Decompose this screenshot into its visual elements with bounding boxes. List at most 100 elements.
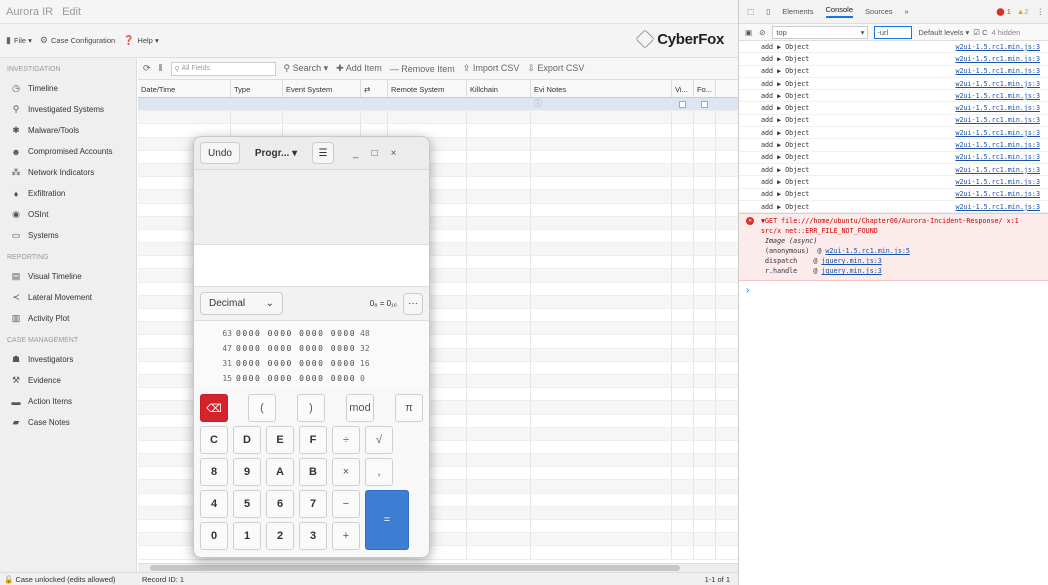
table-cell[interactable] [467, 295, 531, 308]
table-cell[interactable] [672, 190, 694, 203]
console-log-entry[interactable]: add ▶ Object w2ui-1.5.rc1.min.js:3 [739, 90, 1048, 103]
table-cell[interactable] [694, 361, 716, 374]
sidebar-item-network-indicators[interactable]: ⁂ Network Indicators [0, 162, 136, 183]
table-cell[interactable] [672, 467, 694, 480]
table-cell[interactable] [672, 137, 694, 150]
comma-button[interactable]: , [365, 458, 393, 486]
table-cell[interactable] [694, 454, 716, 467]
table-cell[interactable] [694, 243, 716, 256]
kebab-icon[interactable]: ⋮ [1037, 7, 1045, 16]
table-cell[interactable] [531, 506, 672, 519]
console-log-entry[interactable]: add ▶ Object w2ui-1.5.rc1.min.js:3 [739, 176, 1048, 189]
log-source-link[interactable]: w2ui-1.5.rc1.min.js:3 [955, 141, 1040, 149]
table-cell[interactable] [388, 98, 467, 111]
device-icon[interactable]: ▯ [766, 7, 770, 16]
log-source-link[interactable]: w2ui-1.5.rc1.min.js:3 [955, 116, 1040, 124]
table-cell[interactable] [694, 520, 716, 533]
hex-a-button[interactable]: A [266, 458, 294, 486]
remove-item-button[interactable]: — Remove Item [390, 64, 455, 74]
stack-link[interactable]: w2ui-1.5.rc1.min.js:5 [825, 247, 910, 255]
console-log-entry[interactable]: add ▶ Object w2ui-1.5.rc1.min.js:3 [739, 189, 1048, 201]
hex-d-button[interactable]: D [233, 426, 261, 454]
table-cell[interactable] [694, 177, 716, 190]
table-cell[interactable] [467, 533, 531, 546]
table-cell[interactable] [531, 520, 672, 533]
sidebar-item-timeline[interactable]: ◷ Timeline [0, 78, 136, 99]
columns-icon[interactable]: ⦀ [159, 63, 163, 74]
table-cell[interactable] [467, 137, 531, 150]
table-cell[interactable] [672, 309, 694, 322]
log-source-link[interactable]: w2ui-1.5.rc1.min.js:3 [955, 55, 1040, 63]
hex-f-button[interactable]: F [299, 426, 327, 454]
console-log-entry[interactable]: add ▶ Object w2ui-1.5.rc1.min.js:3 [739, 127, 1048, 140]
table-cell[interactable] [361, 98, 388, 111]
table-cell[interactable] [672, 282, 694, 295]
table-cell[interactable] [467, 361, 531, 374]
table-cell[interactable] [694, 546, 716, 559]
table-cell[interactable] [231, 124, 283, 137]
column-direction[interactable]: ⇄ [361, 80, 388, 97]
mode-menu-button[interactable]: Progr... ▾ [246, 142, 306, 164]
search-input[interactable]: ⚲ All Fields [170, 61, 276, 76]
table-cell[interactable] [388, 111, 467, 124]
table-cell[interactable] [467, 203, 531, 216]
tab-console[interactable]: Console [825, 5, 854, 18]
table-cell[interactable] [531, 282, 672, 295]
table-cell[interactable] [531, 467, 672, 480]
table-cell[interactable] [531, 269, 672, 282]
table-cell[interactable] [672, 493, 694, 506]
import-csv-button[interactable]: ⇪ Import CSV [463, 63, 520, 74]
table-cell[interactable] [694, 427, 716, 440]
log-source-link[interactable]: w2ui-1.5.rc1.min.js:3 [955, 104, 1040, 112]
table-cell[interactable] [531, 150, 672, 163]
hamburger-menu-button[interactable]: ☰ [312, 142, 334, 164]
multiply-button[interactable]: × [332, 458, 360, 486]
export-csv-button[interactable]: ⇩ Export CSV [527, 63, 584, 74]
table-cell[interactable] [694, 111, 716, 124]
table-cell[interactable] [672, 401, 694, 414]
hex-b-button[interactable]: B [299, 458, 327, 486]
backspace-button[interactable]: ⌫ [200, 394, 228, 422]
console-log-entry[interactable]: add ▶ Object w2ui-1.5.rc1.min.js:3 [739, 41, 1048, 54]
table-cell[interactable] [694, 98, 716, 111]
sidebar-item-activity-plot[interactable]: ▥ Activity Plot [0, 308, 136, 329]
table-cell[interactable] [361, 124, 388, 137]
table-cell[interactable] [672, 203, 694, 216]
table-cell[interactable] [694, 269, 716, 282]
table-cell[interactable] [531, 361, 672, 374]
sidebar-item-action-items[interactable]: ▬ Action Items [0, 391, 136, 412]
divide-button[interactable]: ÷ [332, 426, 360, 454]
column-date-time[interactable]: Date/Time [138, 80, 231, 97]
row-checkbox[interactable] [679, 101, 686, 108]
filter-input[interactable]: -url [874, 25, 913, 39]
table-cell[interactable] [467, 229, 531, 243]
table-cell[interactable] [672, 216, 694, 229]
table-cell[interactable] [531, 480, 672, 493]
table-cell[interactable] [531, 216, 672, 229]
table-cell[interactable] [694, 309, 716, 322]
sidebar-item-visual-timeline[interactable]: ▤ Visual Timeline [0, 266, 136, 287]
table-cell[interactable] [694, 229, 716, 243]
log-source-link[interactable]: w2ui-1.5.rc1.min.js:3 [955, 129, 1040, 137]
table-cell[interactable] [672, 533, 694, 546]
console-log-entry[interactable]: add ▶ Object w2ui-1.5.rc1.min.js:3 [739, 66, 1048, 78]
column-event-system[interactable]: Event System [283, 80, 361, 97]
table-cell[interactable] [694, 150, 716, 163]
table-cell[interactable] [531, 229, 672, 243]
table-cell[interactable] [467, 348, 531, 361]
table-cell[interactable] [467, 427, 531, 440]
table-cell[interactable] [531, 190, 672, 203]
table-cell[interactable] [672, 256, 694, 269]
table-cell[interactable] [231, 111, 283, 124]
table-cell[interactable] [467, 124, 531, 137]
log-source-link[interactable]: w2ui-1.5.rc1.min.js:3 [955, 153, 1040, 161]
table-cell[interactable] [694, 348, 716, 361]
table-cell[interactable] [531, 309, 672, 322]
digit-0-button[interactable]: 0 [200, 522, 228, 550]
table-cell[interactable] [138, 111, 231, 124]
hex-c-button[interactable]: C [200, 426, 228, 454]
hex-e-button[interactable]: E [266, 426, 294, 454]
sidebar-item-systems[interactable]: ▭ Systems [0, 225, 136, 246]
edit-menu[interactable]: Edit [62, 6, 81, 18]
table-cell[interactable] [467, 506, 531, 519]
